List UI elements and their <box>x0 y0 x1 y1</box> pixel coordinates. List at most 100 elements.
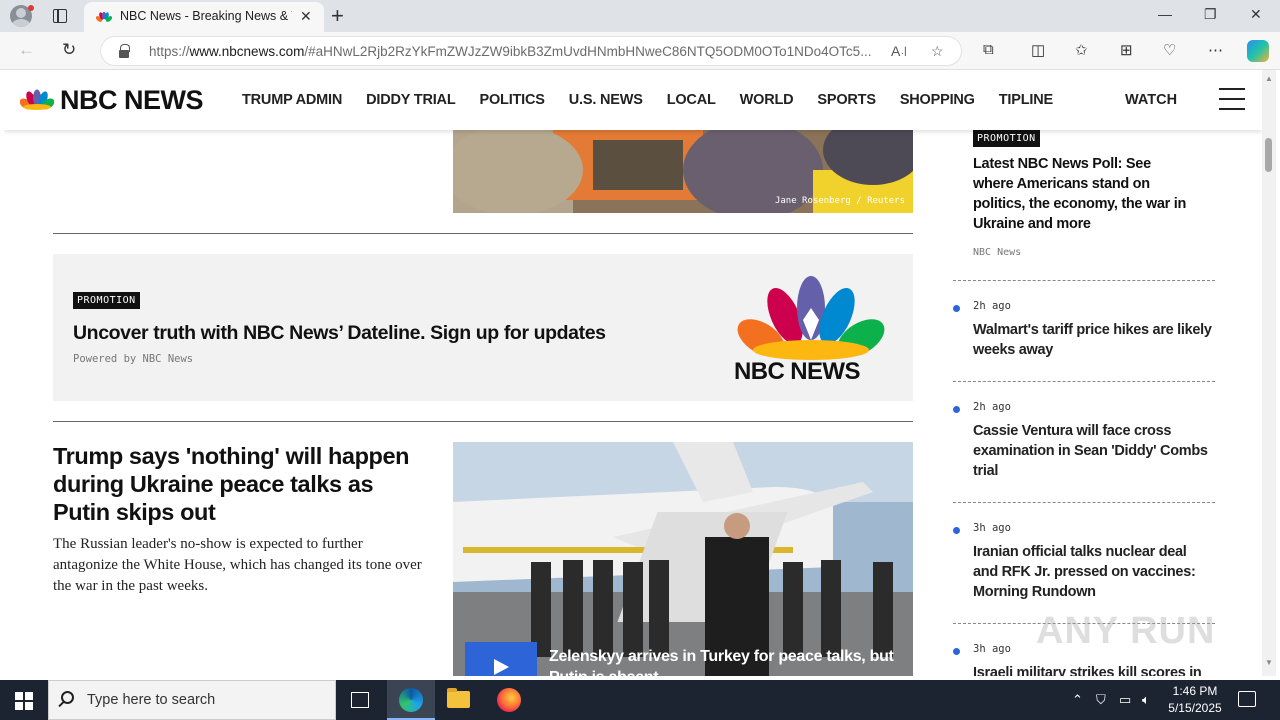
edge-browser-icon <box>399 688 423 712</box>
tray-overflow-chevron-icon[interactable]: ⌃ <box>1072 692 1083 708</box>
rail-item-time: 2h ago <box>973 300 1011 312</box>
story-dek: The Russian leader's no-show is expected… <box>53 536 422 594</box>
story-video-thumbnail[interactable]: Zelenskyy arrives in Turkey for peace ta… <box>453 442 913 676</box>
site-header: NBC NEWS TRUMP ADMIN DIDDY TRIAL POLITIC… <box>4 70 1262 130</box>
taskbar-clock[interactable]: 1:46 PM 5/15/2025 <box>1162 683 1228 717</box>
rail-divider <box>953 381 1215 382</box>
browser-essentials-icon[interactable]: ♡ <box>1163 41 1176 59</box>
nav-world[interactable]: WORLD <box>740 92 794 108</box>
address-bar[interactable]: https://www.nbcnews.com/#aHNwL2Rjb2RzYkF… <box>100 36 962 66</box>
taskbar-edge-app[interactable] <box>387 680 435 720</box>
courtroom-sketch-image[interactable]: Jane Rosenberg / Reuters <box>453 130 913 213</box>
extensions-icon[interactable]: ⧉ <box>983 41 994 58</box>
rail-item-time: 3h ago <box>973 643 1011 655</box>
video-play-button[interactable] <box>465 642 537 676</box>
nav-tipline[interactable]: TIPLINE <box>999 92 1053 108</box>
photo-credit: Jane Rosenberg / Reuters <box>774 196 905 206</box>
windows-start-icon[interactable] <box>15 692 33 710</box>
nav-diddy-trial[interactable]: DIDDY TRIAL <box>366 92 456 108</box>
search-icon <box>61 691 74 704</box>
taskbar-file-explorer-app[interactable] <box>435 680 483 720</box>
windows-taskbar: Type here to search ⌃ ⛉ ▭ 🔈︎ 1:46 PM 5/1… <box>0 680 1280 720</box>
section-divider <box>53 233 913 234</box>
nav-shopping[interactable]: SHOPPING <box>900 92 975 108</box>
logo-text: NBC NEWS <box>60 84 204 115</box>
volume-icon[interactable]: 🔈︎ <box>1142 692 1150 708</box>
back-button[interactable]: ← <box>18 40 35 60</box>
site-nav: TRUMP ADMIN DIDDY TRIAL POLITICS U.S. NE… <box>242 92 1053 108</box>
live-dot-icon <box>953 406 960 413</box>
promotion-badge: PROMOTION <box>73 292 140 309</box>
live-dot-icon <box>953 527 960 534</box>
video-caption[interactable]: Zelenskyy arrives in Turkey for peace ta… <box>549 646 899 676</box>
firefox-icon <box>497 688 521 712</box>
rail-divider <box>953 280 1215 281</box>
rail-promotion-title[interactable]: Latest NBC News Poll: See where American… <box>973 154 1193 234</box>
nbc-peacock-favicon-icon <box>96 11 112 22</box>
new-tab-button[interactable]: + <box>331 3 344 29</box>
browser-tab-bar: NBC News - Breaking News & To ✕ + — ❐ ✕ <box>0 0 1280 32</box>
nav-politics[interactable]: POLITICS <box>479 92 544 108</box>
section-divider <box>53 421 913 422</box>
split-screen-icon[interactable]: ◫ <box>1031 41 1045 59</box>
page-scrollbar[interactable]: ▲ ▼ <box>1262 70 1276 676</box>
rail-item-time: 3h ago <box>973 522 1011 534</box>
nbc-news-logo[interactable]: NBC NEWS <box>20 84 204 115</box>
file-explorer-icon <box>447 688 470 708</box>
favorite-star-icon[interactable]: ☆ <box>931 43 944 60</box>
rail-item-title[interactable]: Israeli military strikes kill scores in <box>973 663 1213 676</box>
clock-date: 5/15/2025 <box>1168 701 1222 715</box>
browser-toolbar: ← ↻ https://www.nbcnews.com/#aHNwL2Rjb2R… <box>0 32 1280 70</box>
task-view-icon[interactable] <box>351 692 369 708</box>
url-text[interactable]: https://www.nbcnews.com/#aHNwL2Rjb2RzYkF… <box>149 44 889 59</box>
tab-close-icon[interactable]: ✕ <box>300 8 312 25</box>
favorites-icon[interactable]: ✩ <box>1075 41 1088 59</box>
nbc-peacock-icon <box>20 89 54 110</box>
close-window-button[interactable]: ✕ <box>1250 6 1262 23</box>
taskbar-firefox-app[interactable] <box>485 680 533 720</box>
rail-item-title[interactable]: Cassie Ventura will face cross examinati… <box>973 421 1213 481</box>
scroll-down-arrow-icon[interactable]: ▼ <box>1265 658 1273 667</box>
web-page: NBC NEWS TRUMP ADMIN DIDDY TRIAL POLITIC… <box>4 70 1262 676</box>
tab-actions-icon[interactable] <box>53 9 67 23</box>
tray-security-icon[interactable]: ⛉ <box>1096 692 1106 708</box>
reload-button[interactable]: ↻ <box>62 40 76 60</box>
live-dot-icon <box>953 305 960 312</box>
nav-sports[interactable]: SPORTS <box>817 92 876 108</box>
rail-item-time: 2h ago <box>973 401 1011 413</box>
rail-divider <box>953 502 1215 503</box>
tab-title: NBC News - Breaking News & To <box>120 9 292 23</box>
promotion-headline[interactable]: Uncover truth with NBC News’ Dateline. S… <box>73 322 606 345</box>
promotion-powered-by: Powered by NBC News <box>73 353 194 365</box>
network-icon[interactable]: ▭ <box>1119 692 1131 708</box>
promotion-card[interactable]: PROMOTION Uncover truth with NBC News’ D… <box>53 254 913 401</box>
nav-trump-admin[interactable]: TRUMP ADMIN <box>242 92 342 108</box>
anyrun-watermark: ANY RUN <box>1036 610 1216 652</box>
rail-promotion-badge: PROMOTION <box>973 130 1040 147</box>
nav-local[interactable]: LOCAL <box>667 92 716 108</box>
scroll-up-arrow-icon[interactable]: ▲ <box>1265 74 1273 83</box>
live-dot-icon <box>953 648 960 655</box>
promotion-logo-text: NBC NEWS <box>734 358 860 385</box>
taskbar-search-placeholder: Type here to search <box>87 692 216 708</box>
menu-hamburger-icon[interactable] <box>1219 88 1245 110</box>
rail-promotion-source: NBC News <box>973 247 1022 258</box>
rail-item-title[interactable]: Iranian official talks nuclear deal and … <box>973 542 1213 602</box>
minimize-button[interactable]: — <box>1158 6 1172 22</box>
story-headline[interactable]: Trump says 'nothing' will happen during … <box>53 442 433 526</box>
scrollbar-thumb[interactable] <box>1265 138 1272 172</box>
lock-icon[interactable] <box>119 44 130 58</box>
nav-us-news[interactable]: U.S. NEWS <box>569 92 643 108</box>
browser-tab-active[interactable]: NBC News - Breaking News & To ✕ <box>84 2 324 32</box>
notifications-icon[interactable] <box>1238 691 1256 707</box>
settings-more-icon[interactable]: ⋯ <box>1208 41 1223 59</box>
clock-time: 1:46 PM <box>1172 684 1218 698</box>
rail-item-title[interactable]: Walmart's tariff price hikes are likely … <box>973 320 1213 360</box>
taskbar-search-box[interactable]: Type here to search <box>48 680 336 720</box>
restore-button[interactable]: ❐ <box>1204 6 1217 23</box>
watch-link[interactable]: WATCH <box>1125 92 1177 108</box>
collections-icon[interactable]: ⊞ <box>1120 41 1133 59</box>
profile-notification-dot <box>28 5 34 11</box>
copilot-icon[interactable] <box>1247 40 1269 62</box>
read-aloud-icon[interactable]: A꜋ <box>891 43 907 60</box>
